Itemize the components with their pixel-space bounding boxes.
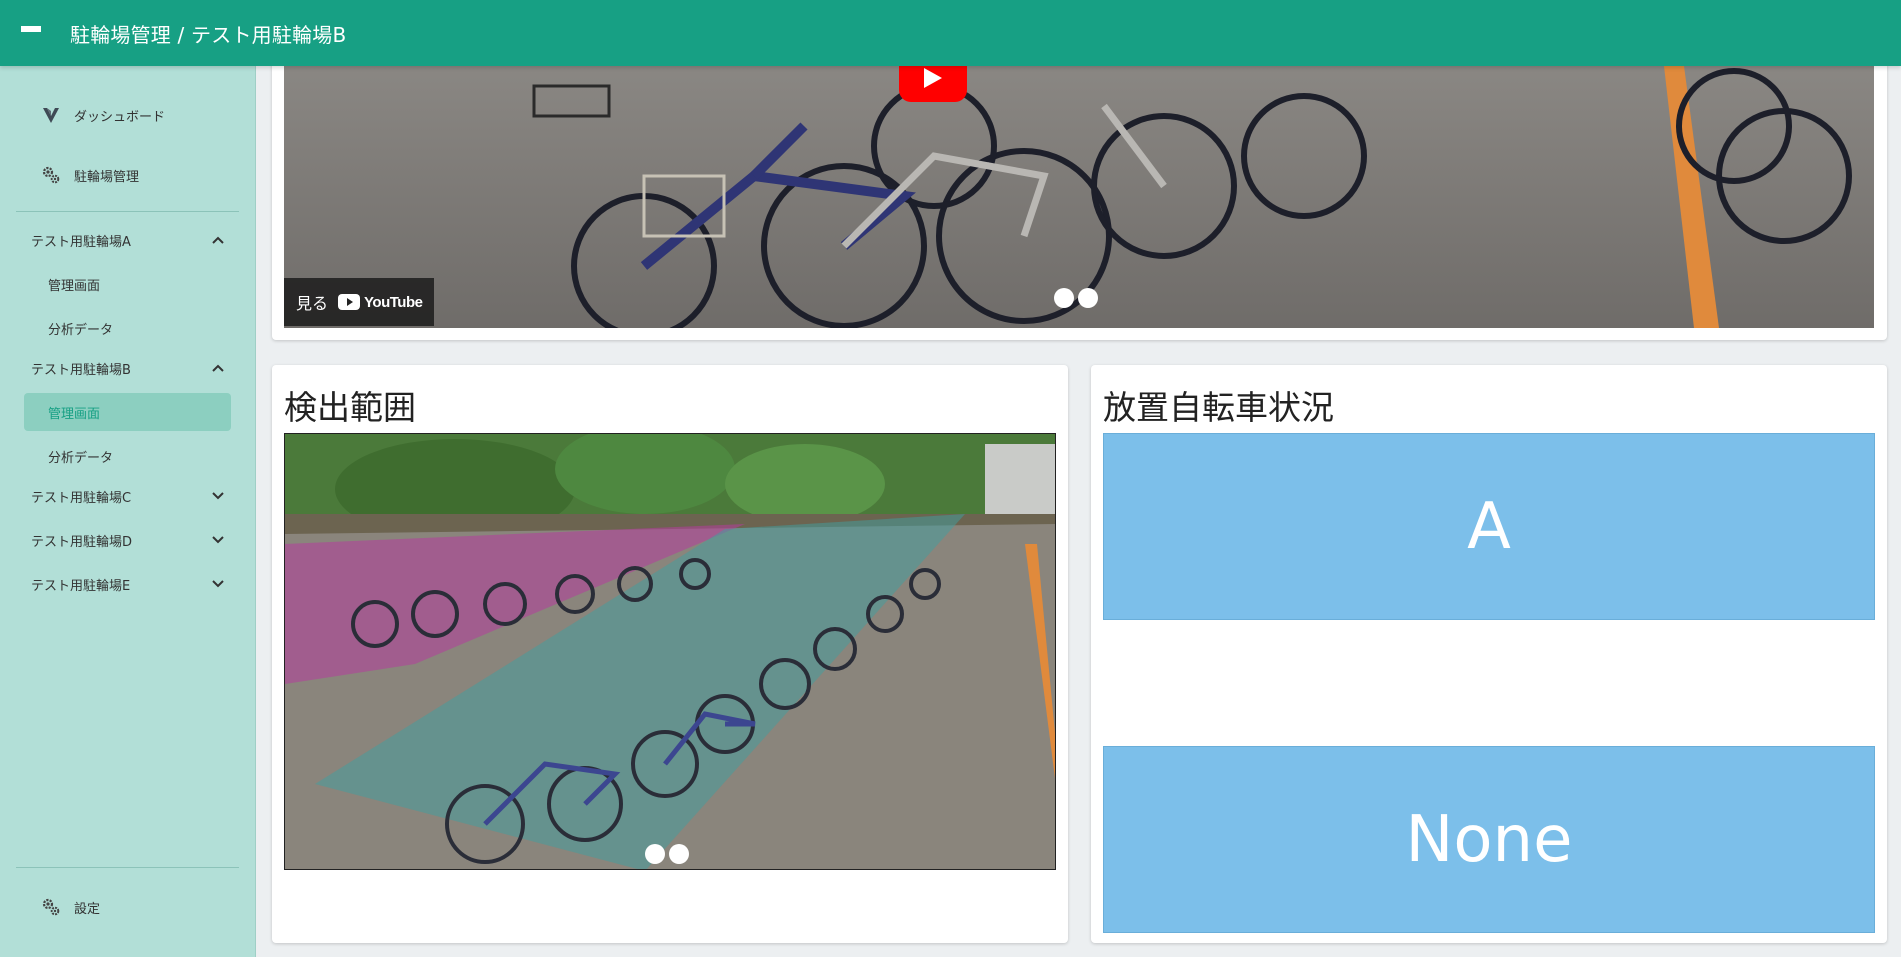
menu-button[interactable] [0, 0, 62, 66]
sidebar-group-a[interactable]: テスト用駐輪場A [31, 225, 225, 255]
sidebar-item-label: 設定 [74, 901, 101, 917]
chevron-up-icon [211, 361, 225, 375]
chevron-down-icon [211, 577, 225, 591]
sidebar-item-b-admin[interactable]: 管理画面 [24, 393, 231, 431]
gears-icon [40, 164, 62, 186]
sub-item-label: 管理画面 [48, 278, 101, 294]
group-label: テスト用駐輪場A [31, 234, 131, 250]
sub-item-label: 分析データ [48, 450, 114, 466]
chevron-down-icon [211, 489, 225, 503]
sidebar-divider [16, 867, 239, 868]
page-title: 駐輪場管理 / テスト用駐輪場B [70, 22, 347, 47]
sidebar-group-c[interactable]: テスト用駐輪場C [31, 481, 225, 511]
chevron-down-icon [211, 533, 225, 547]
sidebar-group-d[interactable]: テスト用駐輪場D [31, 525, 225, 555]
vuetify-logo-icon [40, 104, 62, 126]
live-video-card: 見る YouTube [272, 40, 1887, 340]
group-label: テスト用駐輪場E [31, 578, 131, 594]
group-label: テスト用駐輪場C [31, 490, 132, 506]
app-bar: 駐輪場管理 / テスト用駐輪場B [0, 0, 1901, 66]
sidebar-divider [16, 211, 239, 212]
image-loading-dots [645, 844, 689, 864]
play-icon [924, 68, 942, 88]
abandoned-bicycle-status-title: 放置自転車状況 [1103, 388, 1334, 427]
sidebar-item-bicycle-management[interactable]: 駐輪場管理 [40, 161, 139, 189]
sidebar-group-e[interactable]: テスト用駐輪場E [31, 569, 225, 599]
status-box-a: A [1103, 433, 1875, 620]
sidebar-item-settings[interactable]: 設定 [40, 893, 100, 921]
status-box-none: None [1103, 746, 1875, 933]
abandoned-bicycle-status-card: 放置自転車状況 A None [1091, 365, 1887, 943]
sidebar-item-dashboard[interactable]: ダッシュボード [40, 101, 165, 129]
group-label: テスト用駐輪場D [31, 534, 133, 550]
sub-item-label: 管理画面 [48, 406, 101, 422]
chevron-up-icon [211, 233, 225, 247]
detection-range-card: 検出範囲 [272, 365, 1068, 943]
watch-label: 見る [296, 294, 329, 313]
youtube-logo: YouTube [338, 293, 423, 311]
watch-on-youtube-button[interactable]: 見る YouTube [284, 278, 435, 326]
youtube-video-player[interactable]: 見る YouTube [284, 66, 1874, 328]
youtube-play-button[interactable] [899, 66, 967, 102]
sidebar-item-label: ダッシュボード [74, 109, 166, 125]
sidebar-item-b-analytics[interactable]: 分析データ [24, 437, 231, 475]
detection-zones-overlay [285, 434, 1055, 869]
sidebar-group-b[interactable]: テスト用駐輪場B [31, 353, 225, 383]
detection-range-title: 検出範囲 [284, 388, 416, 427]
hamburger-icon [21, 26, 41, 40]
sidebar-item-a-analytics[interactable]: 分析データ [24, 309, 231, 347]
youtube-label: YouTube [364, 293, 423, 311]
sub-item-label: 分析データ [48, 322, 114, 338]
gears-icon [40, 896, 62, 918]
video-loading-dots [1054, 288, 1098, 308]
detection-range-image [284, 433, 1056, 870]
sidebar-item-a-admin[interactable]: 管理画面 [24, 265, 231, 303]
sidebar: ダッシュボード 駐輪場管理 テスト用駐輪場A 管理画面 分析データ テスト用駐輪… [0, 66, 256, 957]
sidebar-item-label: 駐輪場管理 [74, 169, 140, 185]
group-label: テスト用駐輪場B [31, 362, 131, 378]
youtube-icon [338, 294, 361, 310]
